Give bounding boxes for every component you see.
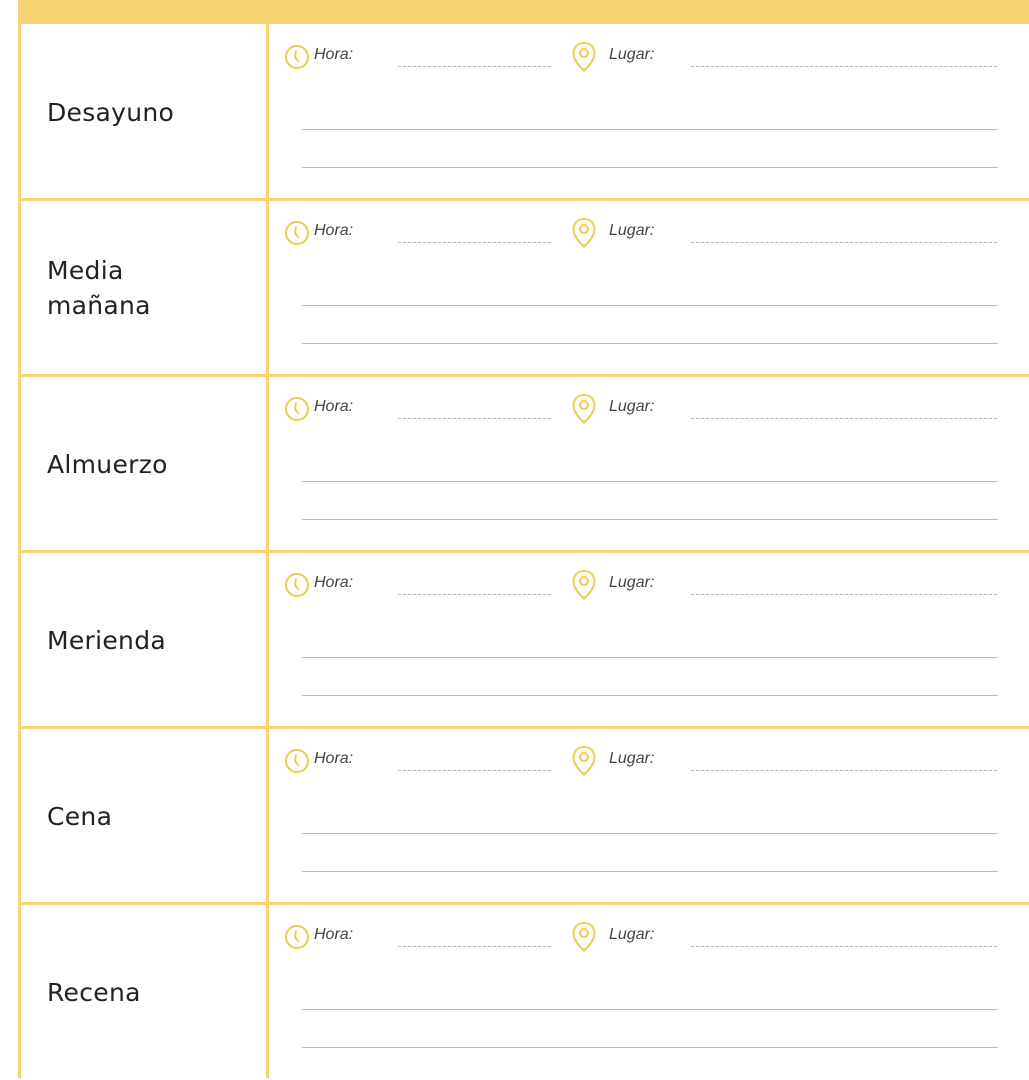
location-pin-icon — [572, 570, 596, 600]
time-label: Hora: — [314, 750, 354, 767]
place-label: Lugar: — [609, 222, 655, 239]
meal-planner-sheet: Desayuno Hora: Lugar: Media mañana Hora: … — [0, 0, 1029, 1078]
row-separator — [18, 902, 1029, 905]
location-pin-icon — [572, 922, 596, 952]
location-pin-icon — [572, 394, 596, 424]
time-entry-line[interactable] — [398, 418, 551, 419]
note-line[interactable] — [302, 343, 998, 344]
note-line[interactable] — [302, 833, 998, 834]
location-pin-icon — [572, 746, 596, 776]
row-separator — [18, 374, 1029, 377]
clock-icon — [285, 573, 309, 597]
clock-icon — [285, 397, 309, 421]
time-label: Hora: — [314, 926, 354, 943]
note-line[interactable] — [302, 1047, 998, 1048]
note-line[interactable] — [302, 129, 998, 130]
meal-name: Merienda — [47, 625, 166, 655]
place-label: Lugar: — [609, 398, 655, 415]
meal-row-2: Almuerzo Hora: Lugar: — [21, 376, 1029, 552]
row-separator — [18, 198, 1029, 201]
note-line[interactable] — [302, 167, 998, 168]
time-label: Hora: — [314, 46, 354, 63]
row-separator — [18, 550, 1029, 553]
time-entry-line[interactable] — [398, 66, 551, 67]
meal-row-0: Desayuno Hora: Lugar: — [21, 24, 1029, 200]
location-pin-icon — [572, 218, 596, 248]
place-label: Lugar: — [609, 46, 655, 63]
note-line[interactable] — [302, 305, 998, 306]
meal-name: Almuerzo — [47, 449, 168, 479]
note-line[interactable] — [302, 871, 998, 872]
location-pin-icon — [572, 42, 596, 72]
time-label: Hora: — [314, 222, 354, 239]
place-entry-line[interactable] — [691, 418, 997, 419]
meal-row-3: Merienda Hora: Lugar: — [21, 552, 1029, 728]
clock-icon — [285, 45, 309, 69]
place-label: Lugar: — [609, 574, 655, 591]
meal-name: Recena — [47, 977, 141, 1007]
header-bar — [18, 0, 1029, 24]
meal-name: Desayuno — [47, 97, 175, 127]
time-label: Hora: — [314, 574, 354, 591]
meal-name: Cena — [47, 801, 113, 831]
row-separator — [18, 726, 1029, 729]
place-label: Lugar: — [609, 750, 655, 767]
note-line[interactable] — [302, 519, 998, 520]
place-entry-line[interactable] — [691, 770, 997, 771]
clock-icon — [285, 221, 309, 245]
time-entry-line[interactable] — [398, 594, 551, 595]
place-entry-line[interactable] — [691, 242, 997, 243]
note-line[interactable] — [302, 695, 998, 696]
meal-row-1: Media mañana Hora: Lugar: — [21, 200, 1029, 376]
note-line[interactable] — [302, 657, 998, 658]
note-line[interactable] — [302, 1009, 998, 1010]
time-label: Hora: — [314, 398, 354, 415]
place-entry-line[interactable] — [691, 946, 997, 947]
time-entry-line[interactable] — [398, 242, 551, 243]
place-entry-line[interactable] — [691, 66, 997, 67]
clock-icon — [285, 749, 309, 773]
place-label: Lugar: — [609, 926, 655, 943]
meal-row-5: Recena Hora: Lugar: — [21, 904, 1029, 1080]
clock-icon — [285, 925, 309, 949]
place-entry-line[interactable] — [691, 594, 997, 595]
time-entry-line[interactable] — [398, 770, 551, 771]
note-line[interactable] — [302, 481, 998, 482]
meal-row-4: Cena Hora: Lugar: — [21, 728, 1029, 904]
time-entry-line[interactable] — [398, 946, 551, 947]
meal-name: Media mañana — [47, 256, 151, 320]
